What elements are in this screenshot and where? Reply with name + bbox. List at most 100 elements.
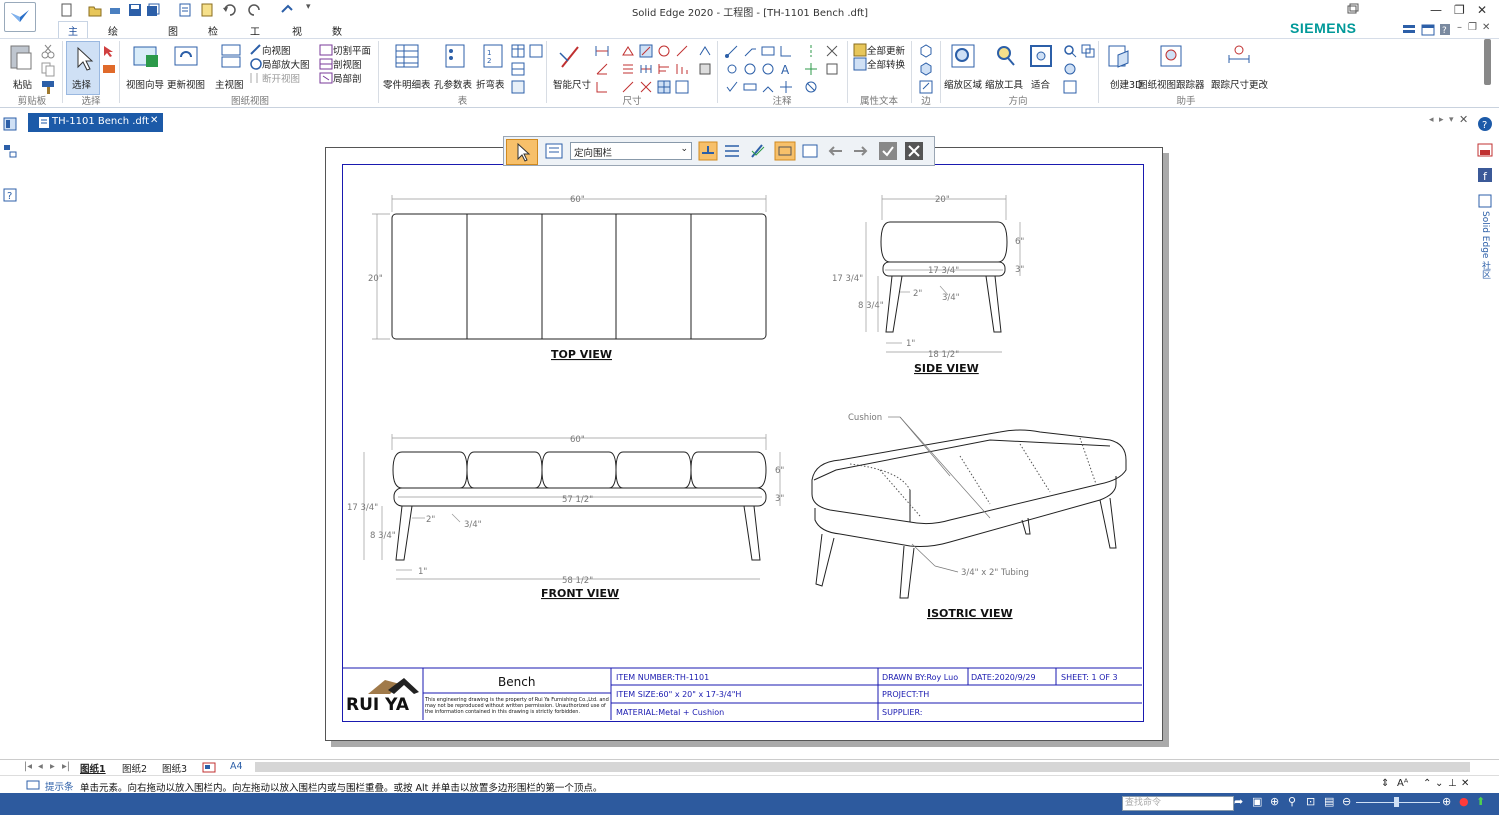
zoom-icon[interactable] xyxy=(1062,43,1078,59)
tab-scroll-right-button[interactable]: ▸ xyxy=(1439,115,1444,125)
swap-icon[interactable] xyxy=(280,3,294,17)
zoom-tool-label[interactable]: 缩放工具 xyxy=(985,77,1023,91)
bend-table-label[interactable]: 折弯表 xyxy=(476,77,505,91)
detail-view-label[interactable]: 局部放大图 xyxy=(262,57,310,71)
paste-icon[interactable] xyxy=(8,43,36,71)
fence-mode-select[interactable]: 定向围栏 ⌄ xyxy=(570,142,692,160)
new-file-icon[interactable] xyxy=(60,3,74,17)
cut-icon[interactable] xyxy=(40,43,56,59)
undo-icon[interactable] xyxy=(222,3,236,17)
dim-stack-icon[interactable] xyxy=(620,61,636,77)
save-all-icon[interactable] xyxy=(146,3,160,17)
first-sheet-button[interactable]: |◂ xyxy=(24,761,32,772)
record-icon[interactable]: ● xyxy=(1459,795,1469,808)
view-tracker-icon[interactable] xyxy=(1158,43,1186,71)
zoom-area-icon[interactable] xyxy=(950,43,978,71)
sheet-tab-a4[interactable]: A4 xyxy=(230,761,243,772)
help-circle-icon[interactable]: ? xyxy=(1477,116,1493,132)
update-all-label[interactable]: 全部更新 xyxy=(867,43,905,57)
document-tab-close-button[interactable]: ✕ xyxy=(150,115,158,126)
community-label[interactable]: Solid Edge 社区 xyxy=(1479,211,1492,279)
copy-icon[interactable] xyxy=(40,61,56,77)
fence-polygon-icon[interactable] xyxy=(800,141,820,161)
balloon-icon[interactable] xyxy=(760,43,776,59)
edge-display-icon[interactable] xyxy=(918,43,934,59)
layout-icon[interactable] xyxy=(1402,24,1416,36)
layers-icon[interactable] xyxy=(2,143,18,159)
update-views-icon[interactable] xyxy=(173,43,201,71)
zoom-area-label[interactable]: 缩放区域 xyxy=(944,77,982,91)
text-icon[interactable]: A xyxy=(778,61,794,77)
dim-chamfer-icon[interactable] xyxy=(638,43,654,59)
document-tab[interactable]: TH-1101 Bench .dft ✕ xyxy=(28,113,163,132)
dim-baseline-icon[interactable] xyxy=(656,61,672,77)
collapse-icon[interactable]: ⌃ xyxy=(1423,778,1431,789)
leader-icon[interactable] xyxy=(724,43,740,59)
zoom-slider-thumb[interactable] xyxy=(1394,797,1399,807)
facebook-icon[interactable]: f xyxy=(1477,167,1493,183)
dim-extra2-icon[interactable] xyxy=(697,61,713,77)
dim-extra-icon[interactable] xyxy=(697,43,713,59)
save-icon[interactable] xyxy=(128,3,142,17)
broken-out-label[interactable]: 局部剖 xyxy=(333,71,362,85)
tab-list-button[interactable]: ▾ xyxy=(1449,115,1454,125)
hole-table-icon[interactable] xyxy=(442,43,470,71)
pin-icon[interactable]: ⊥ xyxy=(1448,778,1457,789)
table2-icon[interactable] xyxy=(528,43,544,59)
minimize-button[interactable]: — xyxy=(1430,3,1442,17)
dim-between-icon[interactable] xyxy=(594,43,610,59)
table-icon[interactable] xyxy=(510,43,526,59)
redo-icon[interactable] xyxy=(248,3,262,17)
prompt-scroll-icon[interactable]: ⇕ xyxy=(1381,778,1389,789)
refresh-icon[interactable] xyxy=(1062,61,1078,77)
pan-icon[interactable] xyxy=(1080,43,1096,59)
principal-view-icon[interactable] xyxy=(218,43,246,71)
help-icon[interactable]: ? xyxy=(1439,23,1451,36)
next-sheet-button[interactable]: ▸ xyxy=(50,761,55,772)
weld-icon[interactable] xyxy=(742,61,758,77)
callout-icon[interactable] xyxy=(742,43,758,59)
fence-rect-icon[interactable] xyxy=(774,141,796,161)
open-file-icon[interactable] xyxy=(88,3,102,17)
print-icon[interactable] xyxy=(108,3,122,17)
font-size-icon[interactable]: Aᴬ xyxy=(1397,778,1408,789)
community-icon[interactable] xyxy=(1477,193,1493,209)
update-views-label[interactable]: 更新视图 xyxy=(167,77,205,91)
table3-icon[interactable] xyxy=(510,61,526,77)
zoom-in-icon[interactable]: ⊕ xyxy=(1442,795,1451,808)
maximize-button[interactable]: ❐ xyxy=(1454,3,1465,17)
track-dim-label[interactable]: 跟踪尺寸更改 xyxy=(1211,77,1268,91)
close-window-button[interactable]: ✕ xyxy=(1477,3,1487,17)
dim-diameter-icon[interactable] xyxy=(674,43,690,59)
horizontal-scrollbar[interactable] xyxy=(255,762,1470,772)
dim-angle-icon[interactable] xyxy=(594,61,610,77)
select-filter-icon[interactable] xyxy=(101,61,117,77)
notes-icon[interactable] xyxy=(200,3,214,17)
select-tools-icon[interactable] xyxy=(101,43,117,59)
tab-close-all-button[interactable]: ✕ xyxy=(1459,113,1468,126)
zoom-status-icon[interactable]: ⚲ xyxy=(1288,795,1296,808)
surface-texture-icon[interactable] xyxy=(724,61,740,77)
view-wizard-label[interactable]: 视图向导 xyxy=(126,77,164,91)
youtube-icon[interactable] xyxy=(1477,142,1493,158)
zoom-area-status-icon[interactable]: ⊕ xyxy=(1270,795,1279,808)
parts-list-label[interactable]: 零件明细表 xyxy=(383,77,431,91)
last-sheet-button[interactable]: ▸| xyxy=(62,761,70,772)
fit-icon[interactable] xyxy=(1028,43,1056,71)
library-icon[interactable] xyxy=(2,116,18,132)
auxiliary-view-label[interactable]: 向视图 xyxy=(262,43,291,57)
dim-symmetric-icon[interactable] xyxy=(620,43,636,59)
accept-icon[interactable] xyxy=(878,141,898,161)
properties-icon[interactable] xyxy=(178,3,192,17)
tab-scroll-left-button[interactable]: ◂ xyxy=(1429,115,1434,125)
track-dim-icon[interactable] xyxy=(1226,43,1254,71)
doc-close-button[interactable]: ✕ xyxy=(1482,22,1490,33)
convert-all-label[interactable]: 全部转换 xyxy=(867,57,905,71)
sheet-tab-3[interactable]: 图纸3 xyxy=(162,761,187,775)
edge-condition-icon[interactable] xyxy=(760,61,776,77)
help-panel-icon[interactable]: ? xyxy=(2,187,18,203)
property-icon[interactable] xyxy=(544,142,564,160)
zoom-tool-icon[interactable] xyxy=(992,43,1020,71)
doc-minimize-button[interactable]: – xyxy=(1457,22,1462,33)
cancel-icon[interactable] xyxy=(904,141,924,161)
